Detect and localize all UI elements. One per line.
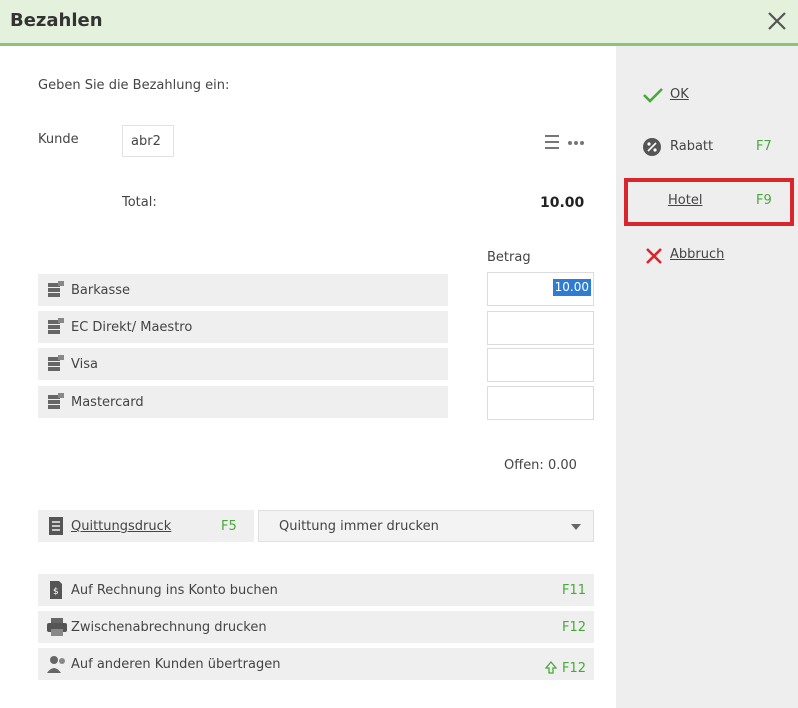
amount-input-visa[interactable] xyxy=(487,348,594,382)
svg-text:$: $ xyxy=(53,587,59,597)
payment-method-label: EC Direkt/ Maestro xyxy=(71,320,193,335)
cash-icon xyxy=(46,354,66,374)
payment-method-mastercard[interactable]: Mastercard xyxy=(38,386,448,418)
receipt-print-button[interactable]: Quittungsdruck F5 xyxy=(38,510,254,542)
book-to-account-button[interactable]: $ Auf Rechnung ins Konto buchen F11 xyxy=(38,574,594,606)
customer-field[interactable]: abr2 xyxy=(122,125,174,157)
payment-method-visa[interactable]: Visa xyxy=(38,348,448,380)
payment-method-ec[interactable]: EC Direkt/ Maestro xyxy=(38,311,448,343)
amount-header: Betrag xyxy=(487,250,531,265)
payment-prompt: Geben Sie die Bezahlung ein: xyxy=(38,78,230,93)
ok-label: OK xyxy=(670,87,689,102)
discount-label: Rabatt xyxy=(670,139,714,154)
check-icon xyxy=(642,86,664,108)
printer-icon xyxy=(46,617,67,637)
open-amount: Offen: 0.00 xyxy=(504,458,577,473)
transfer-user-icon xyxy=(46,654,66,674)
highlight-box xyxy=(624,178,794,226)
amount-value: 10.00 xyxy=(552,279,591,296)
action-label: Auf anderen Kunden übertragen xyxy=(71,657,281,672)
cancel-button[interactable]: Abbruch xyxy=(616,234,798,276)
action-shortcut: F12 xyxy=(561,620,586,635)
receipt-shortcut: F5 xyxy=(221,519,237,534)
close-icon[interactable] xyxy=(762,4,792,38)
customer-value: abr2 xyxy=(131,134,161,149)
amount-input-ec[interactable] xyxy=(487,311,594,345)
shift-arrow-icon xyxy=(544,659,558,678)
amount-input-mastercard[interactable] xyxy=(487,386,594,420)
action-shortcut: F11 xyxy=(561,583,586,598)
receipt-mode-value: Quittung immer drucken xyxy=(279,519,439,534)
discount-icon xyxy=(642,137,662,161)
transfer-to-other-customer-button[interactable]: Auf anderen Kunden übertragen F12 xyxy=(38,648,594,680)
action-shortcut: F12 xyxy=(561,661,586,676)
discount-button[interactable]: Rabatt F7 xyxy=(616,126,798,168)
payment-method-label: Mastercard xyxy=(71,395,144,410)
action-label: Zwischenabrechnung drucken xyxy=(71,620,267,635)
action-shortcut-group: F12 xyxy=(544,657,586,678)
total-value: 10.00 xyxy=(540,195,585,211)
receipt-label: Quittungsdruck xyxy=(71,519,172,534)
invoice-icon: $ xyxy=(46,580,66,600)
cash-icon xyxy=(46,392,66,412)
receipt-icon xyxy=(48,516,64,540)
cash-icon xyxy=(46,317,66,337)
x-icon xyxy=(644,246,664,270)
payment-method-label: Visa xyxy=(71,357,98,372)
receipt-mode-select[interactable]: Quittung immer drucken xyxy=(258,510,594,542)
payment-method-barkasse[interactable]: Barkasse xyxy=(38,274,448,306)
cancel-label: Abbruch xyxy=(670,247,725,262)
action-label: Auf Rechnung ins Konto buchen xyxy=(71,583,278,598)
title-bar: Bezahlen xyxy=(0,0,798,46)
chevron-down-icon xyxy=(571,524,581,530)
dialog-title: Bezahlen xyxy=(10,10,103,31)
more-options-icon[interactable] xyxy=(543,133,593,151)
discount-shortcut: F7 xyxy=(756,139,772,154)
amount-input-barkasse[interactable]: 10.00 xyxy=(487,272,594,306)
payment-method-label: Barkasse xyxy=(71,283,131,298)
print-interim-bill-button[interactable]: Zwischenabrechnung drucken F12 xyxy=(38,611,594,643)
customer-label: Kunde xyxy=(38,132,79,147)
cash-icon xyxy=(46,280,66,300)
ok-button[interactable]: OK xyxy=(616,74,798,116)
total-label: Total: xyxy=(122,195,157,210)
